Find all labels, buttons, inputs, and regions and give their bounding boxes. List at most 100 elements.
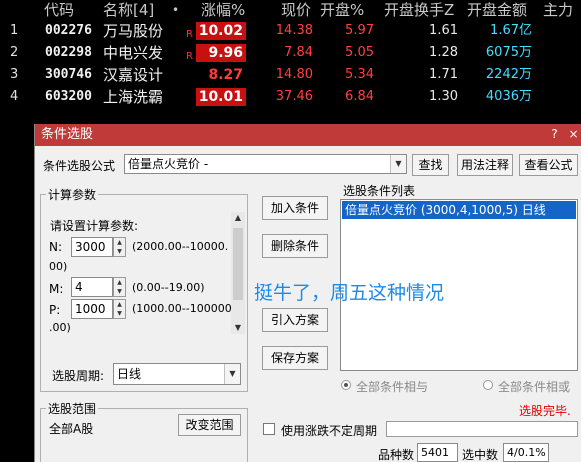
table-row[interactable]: 3 300746 汉嘉设计 8.27 14.80 5.34 1.71 2242万 [0,64,581,86]
progress-field [386,421,578,437]
period-value: 日线 [117,367,142,381]
header-price[interactable]: 现价 [281,0,311,20]
scroll-down-icon[interactable]: ▼ [231,322,245,334]
stock-name: 万马股份 [103,22,164,40]
params-scrollbar[interactable]: ▲ ▼ [231,212,245,334]
open-pct: 5.97 [345,23,374,38]
stock-name: 上海洗霸 [103,88,164,106]
close-icon[interactable]: × [566,127,581,142]
param-m-stepper[interactable]: ▲ ▼ [113,277,126,297]
scope-value: 全部A股 [49,422,94,436]
table-row[interactable]: 4 603200 上海洗霸 10.01 37.46 6.84 1.30 4036… [0,86,581,108]
table-row[interactable]: 2 002298 中电兴发 R 9.96 7.84 5.05 1.28 6075… [0,42,581,64]
header-dot: • [172,3,180,17]
dialog-titlebar[interactable]: 条件选股 ? × [35,124,581,146]
scroll-thumb[interactable] [233,228,243,300]
annotation-text: 挺牛了，周五这种情况 [254,282,445,304]
import-plan-button[interactable]: 引入方案 [262,308,328,332]
formula-value: 倍量点火竞价 - [128,157,209,171]
usage-notes-button[interactable]: 用法注释 [457,154,513,176]
row-index: 4 [10,89,19,104]
period-label: 选股周期: [52,369,105,383]
radio-or-label: 全部条件相或 [498,380,571,394]
stock-name: 汉嘉设计 [103,66,164,84]
stock-name: 中电兴发 [103,44,164,62]
row-index: 3 [10,67,19,82]
radio-or[interactable] [483,380,493,390]
open-turnover: 1.71 [429,67,458,82]
stock-code: 002298 [45,45,92,60]
open-amount: 4036万 [485,89,532,104]
header-open-amount[interactable]: 开盘金额 [467,0,527,20]
param-p-stepper[interactable]: ▲ ▼ [113,299,126,319]
stock-code: 300746 [45,67,92,82]
add-condition-button[interactable]: 加入条件 [262,196,328,220]
change-pct: 10.01 [196,88,246,106]
change-pct: 8.27 [208,67,243,83]
selected-label: 选中数 [462,448,499,462]
header-open-pct[interactable]: 开盘% [320,0,364,20]
price: 37.46 [275,89,313,104]
params-title: 计算参数 [46,186,99,203]
price: 14.38 [275,23,313,38]
open-pct: 5.34 [345,67,374,82]
param-p-input[interactable]: 1000 [71,299,113,319]
table-row[interactable]: 1 002276 万马股份 R 10.02 14.38 5.97 1.61 1.… [0,20,581,42]
open-turnover: 1.28 [429,45,458,60]
price: 7.84 [284,45,313,60]
param-m-label: M: [49,282,64,296]
chevron-down-icon[interactable]: ▼ [390,155,406,173]
save-plan-button[interactable]: 保存方案 [262,346,328,370]
param-m-input[interactable]: 4 [71,277,113,297]
param-n-range: (2000.00--10000. [132,240,229,253]
stock-table: 代码 名称[4] • 涨幅% 现价 开盘% 开盘换手Z 开盘金额 主力 1 00… [0,0,581,124]
formula-select[interactable]: 倍量点火竞价 - ▼ [124,154,407,174]
radio-and-label: 全部条件相与 [356,380,429,394]
open-amount: 2242万 [485,67,532,82]
header-code[interactable]: 代码 [44,0,74,20]
open-amount: 1.67亿 [490,23,532,38]
open-pct: 6.84 [345,89,374,104]
formula-label: 条件选股公式 [43,159,116,173]
help-icon[interactable]: ? [547,127,562,142]
change-pct: 9.96 [196,44,246,62]
condition-list-title: 选股条件列表 [343,184,416,198]
param-p-range-cont: .00) [49,321,71,334]
period-checkbox-label: 使用涨跌不定周期 [281,424,378,438]
find-button[interactable]: 查找 [412,154,449,176]
change-pct: 10.02 [196,22,246,40]
period-checkbox[interactable] [263,423,275,435]
header-open-turnover[interactable]: 开盘换手Z [384,0,454,20]
param-n-range-cont: 00) [49,260,68,273]
header-change[interactable]: 涨幅% [201,0,245,20]
open-turnover: 1.61 [429,23,458,38]
open-pct: 5.05 [345,45,374,60]
row-index: 1 [10,23,19,38]
header-main-force[interactable]: 主力 [543,0,573,20]
row-index: 2 [10,45,19,60]
change-scope-button[interactable]: 改变范围 [178,414,241,436]
price: 14.80 [275,67,313,82]
view-formula-button[interactable]: 查看公式 [519,154,578,176]
list-item[interactable]: 倍量点火竞价 (3000,4,1000,5) 日线 [342,201,576,219]
count-label: 品种数 [378,448,415,462]
scroll-up-icon[interactable]: ▲ [231,212,245,224]
selected-value: 4/0.1% [503,443,549,462]
chevron-down-icon[interactable]: ▼ [224,364,240,384]
scope-title: 选股范围 [46,400,99,417]
param-n-label: N: [49,240,63,254]
count-value: 5401 [417,443,458,462]
param-n-input[interactable]: 3000 [71,237,113,257]
period-select[interactable]: 日线 ▼ [113,363,241,385]
delete-condition-button[interactable]: 删除条件 [262,234,328,258]
param-p-label: P: [49,303,61,317]
param-n-stepper[interactable]: ▲ ▼ [113,237,126,257]
params-prompt: 请设置计算参数: [50,219,139,233]
stock-code: 002276 [45,23,92,38]
dialog-title: 条件选股 [41,127,94,142]
stock-code: 603200 [45,89,92,104]
param-m-range: (0.00--19.00) [132,281,205,294]
radio-and[interactable] [341,380,351,390]
open-amount: 6075万 [485,45,532,60]
header-name[interactable]: 名称[4] [103,0,154,20]
